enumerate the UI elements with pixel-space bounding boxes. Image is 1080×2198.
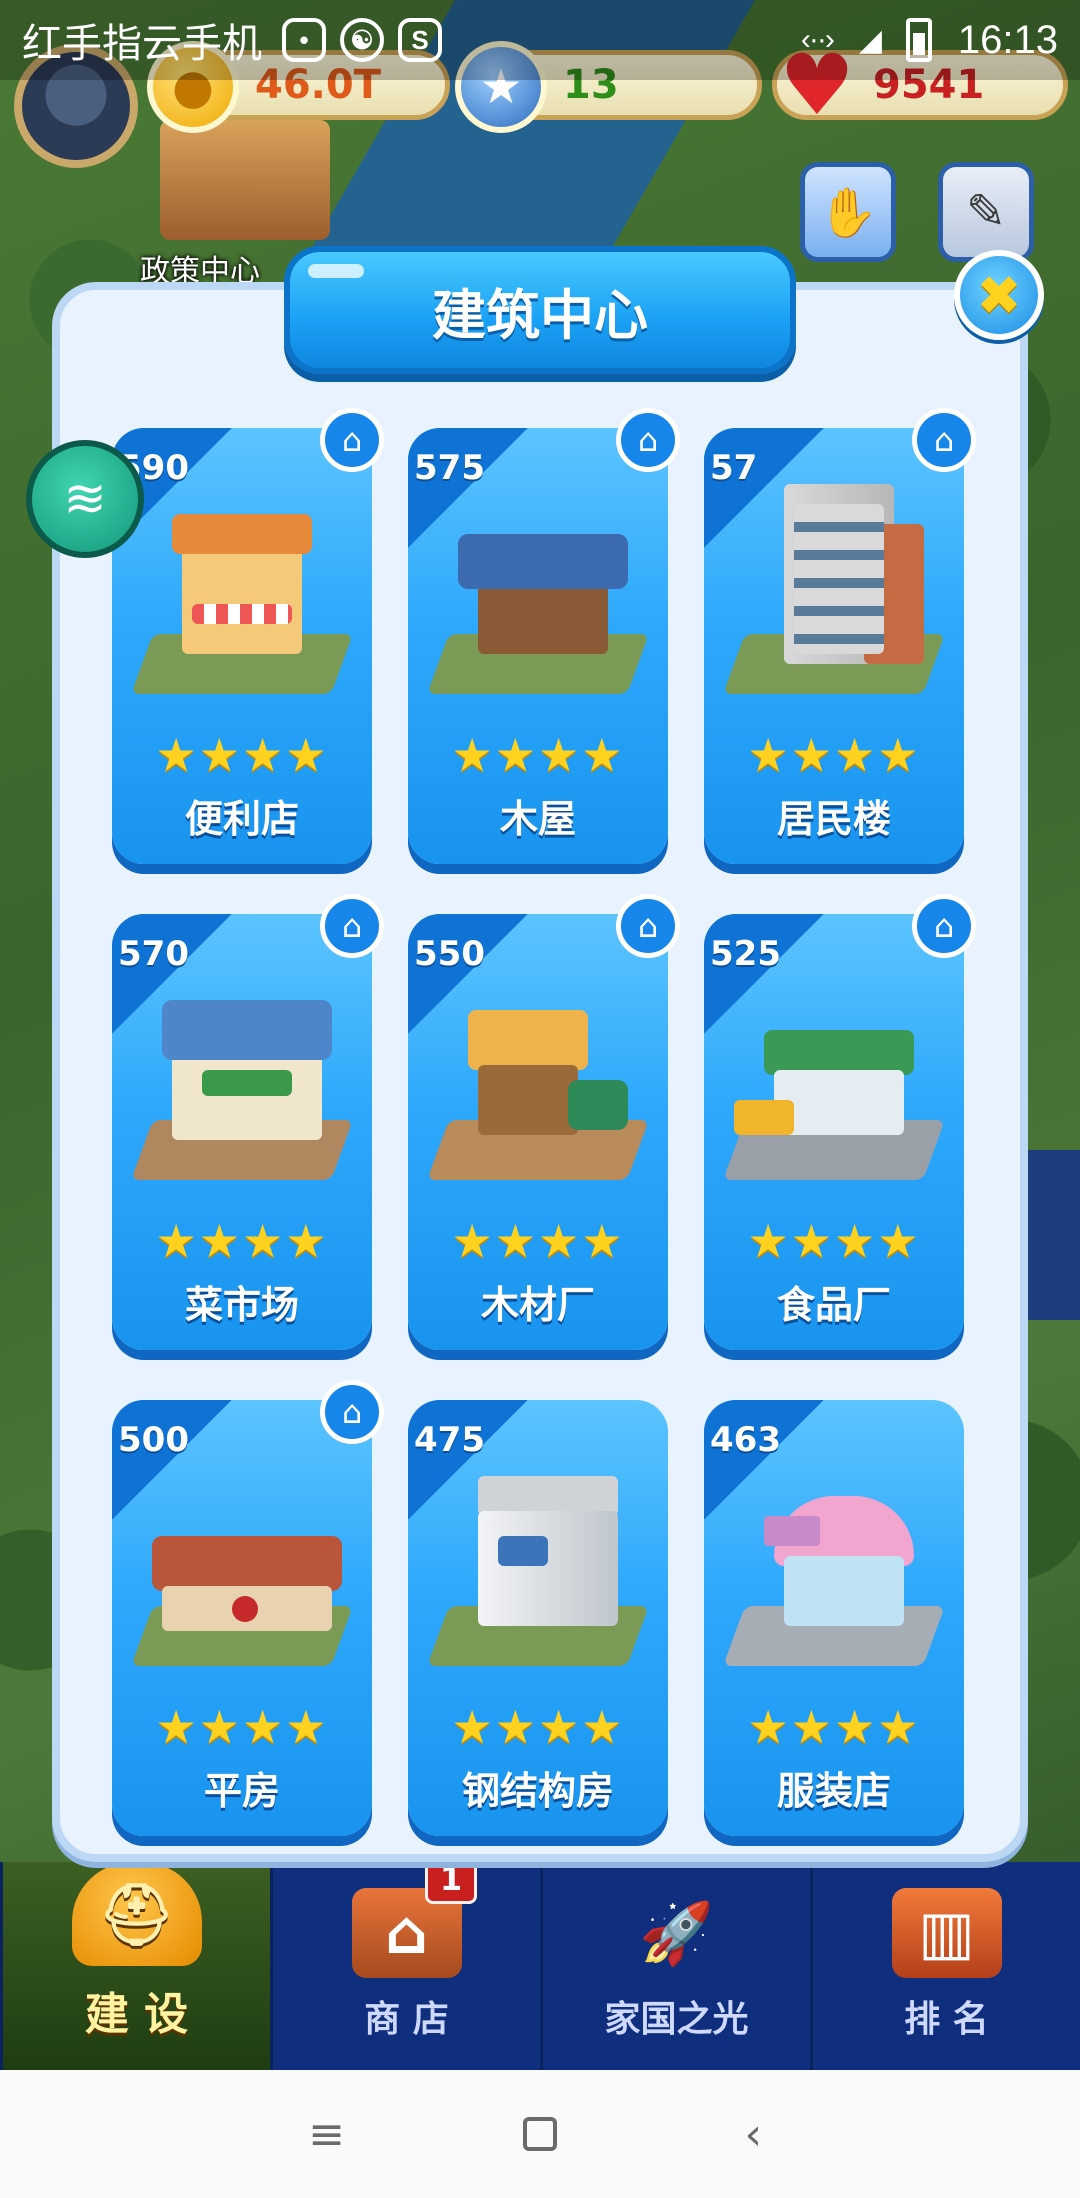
- convenience-store-image: [131, 484, 353, 694]
- building-score: 525: [710, 934, 781, 974]
- tab-label: 商 店: [364, 1999, 449, 2040]
- tab-label: 家国之光: [604, 1999, 749, 2040]
- ranking-icon: ▥: [891, 1888, 1002, 1978]
- notepad-icon: ✎: [965, 184, 1007, 240]
- star-rating: ★★★★: [747, 728, 921, 782]
- home-icon: ⌂: [320, 1380, 384, 1444]
- building-score: 57: [710, 448, 758, 488]
- building-name: 服装店: [776, 1769, 891, 1813]
- bilibili-icon: •: [282, 18, 326, 62]
- food-factory-image: [723, 970, 945, 1180]
- tab-ranking[interactable]: ▥ 排 名: [810, 1862, 1080, 2070]
- clothing-store-image: [723, 1456, 945, 1666]
- building-name: 食品厂: [776, 1283, 891, 1327]
- status-bar: 红手指云手机 • ☯ S ‹··› ◢ 16:13: [0, 0, 1080, 80]
- tab-national-glory[interactable]: 🚀 家国之光: [540, 1862, 810, 2070]
- building-name: 居民楼: [776, 797, 891, 841]
- star-rating: ★★★★: [155, 1214, 329, 1268]
- battery-icon: [905, 18, 932, 62]
- tab-label: 排 名: [904, 1999, 989, 2040]
- steel-house-image: [427, 1456, 649, 1666]
- carrier-name: 红手指云手机: [22, 22, 262, 66]
- hand-icon: ✋: [818, 184, 878, 241]
- home-icon: ⌂: [320, 408, 384, 472]
- building-card[interactable]: 550 ⌂ ★★★★ 木材厂: [408, 894, 680, 1350]
- building-grid: 590 ⌂ ★★★★ 便利店 575 ⌂ ★★★★ 木屋 57 ⌂ ★★★★ 居…: [112, 408, 976, 1848]
- building-card[interactable]: 463 ★★★★ 服装店: [704, 1400, 964, 1836]
- tasks-button[interactable]: ✎: [938, 162, 1034, 262]
- square-icon: [522, 2117, 557, 2151]
- star-rating: ★★★★: [451, 728, 625, 782]
- star-rating: ★★★★: [747, 1700, 921, 1754]
- building-score: 463: [710, 1420, 781, 1460]
- policy-button[interactable]: ✋: [800, 162, 896, 262]
- no-signal-icon: ◢: [858, 23, 882, 57]
- home-icon: ⌂: [912, 408, 976, 472]
- wifi-float-button[interactable]: ≋: [26, 440, 144, 558]
- home-icon: ⌂: [616, 408, 680, 472]
- star-rating: ★★★★: [155, 1700, 329, 1754]
- tab-build[interactable]: ⛑ 建 设: [0, 1862, 270, 2070]
- policy-center-building[interactable]: [160, 120, 330, 240]
- building-card[interactable]: 500 ⌂ ★★★★ 平房: [112, 1380, 384, 1836]
- wooden-house-image: [427, 484, 649, 694]
- building-score: 475: [414, 1420, 485, 1460]
- close-button[interactable]: ✖: [954, 250, 1044, 340]
- home-nav-button[interactable]: [500, 2117, 580, 2151]
- bottom-tab-bar: ⛑ 建 设 1 ⌂ 商 店 🚀 家国之光 ▥ 排 名: [0, 1854, 1080, 2070]
- yin-yang-icon: ☯: [340, 18, 384, 62]
- star-rating: ★★★★: [451, 1214, 625, 1268]
- dialog-title: 建筑中心: [284, 246, 796, 374]
- wifi-icon: ≋: [63, 469, 107, 529]
- tab-shop[interactable]: 1 ⌂ 商 店: [270, 1854, 540, 2070]
- vegetable-market-image: [131, 970, 353, 1180]
- building-name: 平房: [203, 1769, 280, 1813]
- building-name: 钢结构房: [461, 1769, 614, 1813]
- back-icon[interactable]: ‹: [713, 2109, 793, 2160]
- lumber-mill-image: [427, 970, 649, 1180]
- building-score: 575: [414, 448, 485, 488]
- star-rating: ★★★★: [451, 1700, 625, 1754]
- star-rating: ★★★★: [747, 1214, 921, 1268]
- clock: 16:13: [957, 17, 1058, 62]
- close-icon: ✖: [976, 263, 1022, 327]
- building-score: 570: [118, 934, 189, 974]
- building-card[interactable]: 57 ⌂ ★★★★ 居民楼: [704, 408, 976, 864]
- system-nav-bar: ≡ ‹: [0, 2070, 1080, 2198]
- menu-icon[interactable]: ≡: [287, 2109, 367, 2160]
- star-rating: ★★★★: [155, 728, 329, 782]
- apartment-building-image: [723, 484, 945, 694]
- bungalow-image: [131, 1456, 353, 1666]
- tab-label: 建 设: [84, 1989, 189, 2040]
- building-card[interactable]: 590 ⌂ ★★★★ 便利店: [112, 408, 384, 864]
- building-name: 木屋: [499, 797, 576, 841]
- building-score: 550: [414, 934, 485, 974]
- building-card[interactable]: 575 ⌂ ★★★★ 木屋: [408, 408, 680, 864]
- home-icon: ⌂: [912, 894, 976, 958]
- building-name: 菜市场: [184, 1283, 299, 1327]
- building-name: 便利店: [184, 797, 299, 841]
- home-icon: ⌂: [320, 894, 384, 958]
- building-card[interactable]: 525 ⌂ ★★★★ 食品厂: [704, 894, 976, 1350]
- building-name: 木材厂: [480, 1283, 595, 1327]
- s-app-icon: S: [398, 18, 442, 62]
- building-card[interactable]: 570 ⌂ ★★★★ 菜市场: [112, 894, 384, 1350]
- building-card[interactable]: 475 ★★★★ 钢结构房: [408, 1400, 668, 1836]
- rocket-icon: 🚀: [639, 1898, 714, 1969]
- network-icon: ‹··›: [800, 23, 835, 56]
- building-score: 500: [118, 1420, 189, 1460]
- home-icon: ⌂: [616, 894, 680, 958]
- hard-hat-icon: ⛑: [71, 1862, 202, 1966]
